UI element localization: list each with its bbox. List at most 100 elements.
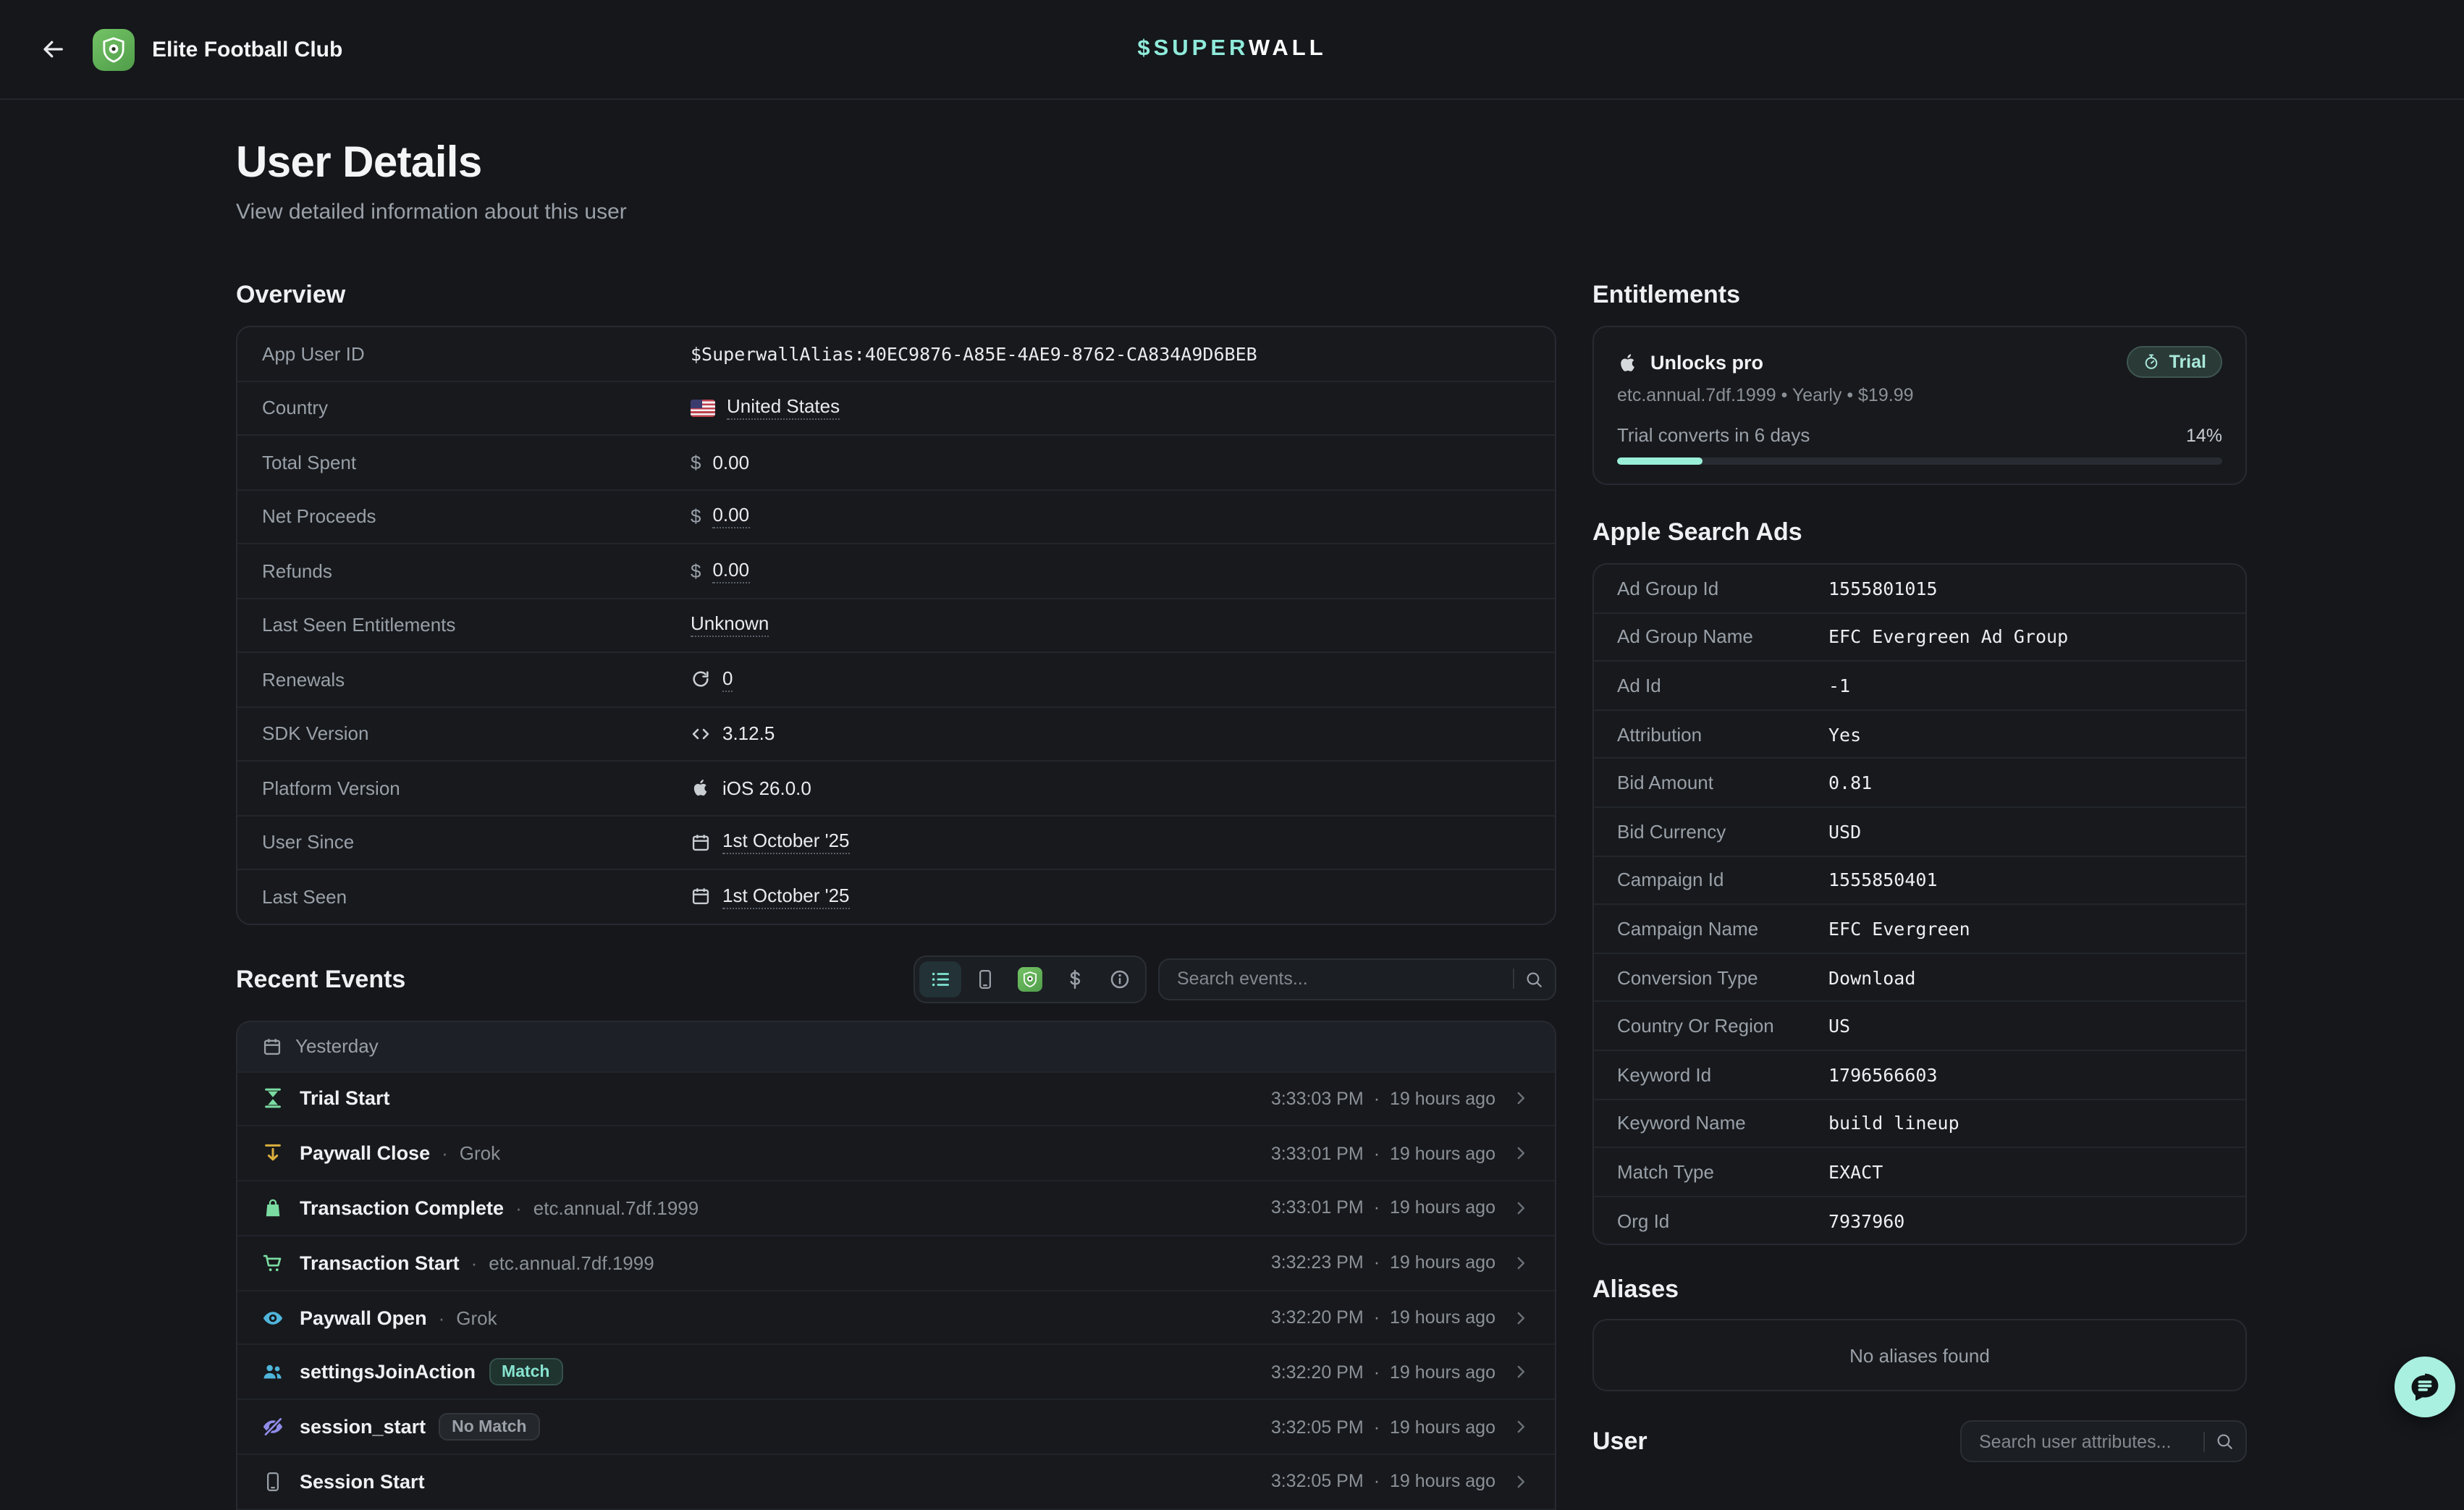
overview-row: Last Seen1st October '25 <box>237 870 1555 923</box>
overview-value-text[interactable]: 1st October '25 <box>722 830 850 855</box>
event-filter-phone-button[interactable] <box>964 961 1006 997</box>
overview-value-text[interactable]: 1st October '25 <box>722 885 850 909</box>
asa-row-label: Ad Id <box>1617 675 1828 696</box>
asa-row: Campaign Id1555850401 <box>1594 856 2245 905</box>
event-filter-list-button[interactable] <box>919 961 961 997</box>
bag-icon <box>262 1197 284 1219</box>
event-meta: 3:32:05 PM·19 hours ago <box>1271 1417 1530 1437</box>
asa-heading: Apple Search Ads <box>1592 520 2247 544</box>
asa-card: Ad Group Id1555801015Ad Group NameEFC Ev… <box>1592 563 2247 1246</box>
overview-heading: Overview <box>236 282 1556 307</box>
entitlement-card: Unlocks pro Trial etc.annual.7df.1999 • … <box>1592 326 2247 485</box>
asa-row-label: Bid Currency <box>1617 821 1828 843</box>
overview-value-text[interactable]: United States <box>727 396 840 421</box>
page-subtitle: View detailed information about this use… <box>236 198 1556 227</box>
overview-value-text[interactable]: 0.00 <box>712 559 749 583</box>
event-meta: 3:32:20 PM·19 hours ago <box>1271 1307 1530 1328</box>
search-icon[interactable] <box>1524 969 1543 988</box>
dot-separator: · <box>1374 1198 1380 1218</box>
event-name: Trial Start <box>300 1088 390 1110</box>
asa-row: Ad Id-1 <box>1594 662 2245 710</box>
dot-separator: · <box>1374 1307 1380 1328</box>
event-filter-app-button[interactable] <box>1009 961 1051 997</box>
calendar-icon <box>262 1036 282 1056</box>
event-relative-time: 19 hours ago <box>1390 1307 1495 1328</box>
chevron-right-icon <box>1511 1254 1530 1273</box>
asa-row: Country Or RegionUS <box>1594 1003 2245 1051</box>
event-subtitle: Grok <box>456 1307 497 1328</box>
stopwatch-icon <box>2143 353 2161 371</box>
overview-value-text: iOS 26.0.0 <box>722 777 811 799</box>
overview-row-value: $0.00 <box>691 559 749 583</box>
asa-row-value: USD <box>1828 821 1861 843</box>
page-title: User Details <box>236 138 1556 190</box>
overview-value-text[interactable]: 0 <box>722 667 733 692</box>
events-search-input[interactable] <box>1174 967 1503 990</box>
event-row[interactable]: Transaction Start·etc.annual.7df.19993:3… <box>237 1236 1555 1291</box>
event-row[interactable]: Session Start3:32:05 PM·19 hours ago <box>237 1455 1555 1510</box>
event-filter-dollar-button[interactable] <box>1054 961 1096 997</box>
event-row[interactable]: Transaction Complete·etc.annual.7df.1999… <box>237 1181 1555 1236</box>
overview-row: Renewals 0 <box>237 653 1555 707</box>
chat-launcher-button[interactable] <box>2395 1357 2455 1417</box>
side-column: Entitlements Unlocks pro Trial etc.annua… <box>1592 282 2247 1463</box>
asa-row-value: 0.81 <box>1828 772 1872 793</box>
overview-row-value: United States <box>691 396 840 421</box>
event-row[interactable]: Trial Start 3:33:03 PM·19 hours ago <box>237 1072 1555 1127</box>
search-icon[interactable] <box>2215 1433 2234 1451</box>
overview-row-value: Unknown <box>691 613 769 638</box>
event-name: Paywall Close <box>300 1142 430 1164</box>
event-time: 3:32:20 PM <box>1271 1362 1364 1383</box>
overview-row-label: Renewals <box>262 669 691 691</box>
user-search-input[interactable] <box>1976 1430 2193 1454</box>
event-meta: 3:32:20 PM·19 hours ago <box>1271 1362 1530 1383</box>
paywall-close-icon <box>262 1142 284 1164</box>
trial-percent: 14% <box>2186 425 2222 445</box>
overview-value-text: $SuperwallAlias:40EC9876-A85E-4AE9-8762-… <box>691 343 1257 365</box>
event-row[interactable]: Paywall Open·Grok3:32:20 PM·19 hours ago <box>237 1291 1555 1346</box>
events-group-header: Yesterday <box>237 1021 1555 1072</box>
overview-row-value: 1st October '25 <box>691 830 850 855</box>
event-name: settingsJoinAction <box>300 1362 476 1383</box>
aliases-heading: Aliases <box>1592 1278 2247 1302</box>
overview-row: Refunds$0.00 <box>237 544 1555 599</box>
asa-row-label: Campaign Id <box>1617 869 1828 891</box>
calendar-icon <box>691 832 711 853</box>
event-relative-time: 19 hours ago <box>1390 1472 1495 1492</box>
event-subtitle: Grok <box>460 1142 500 1164</box>
arrow-left-icon <box>41 36 67 62</box>
trial-progress-row: Trial converts in 6 days 14% <box>1617 424 2222 446</box>
event-meta: 3:33:03 PM·19 hours ago <box>1271 1089 1530 1109</box>
overview-row: SDK Version3.12.5 <box>237 707 1555 762</box>
event-filter-info-button[interactable] <box>1099 961 1141 997</box>
calendar-icon <box>691 887 711 907</box>
asa-row-value: US <box>1828 1015 1850 1037</box>
asa-row-value: EFC Evergreen Ad Group <box>1828 626 2068 648</box>
chevron-right-icon <box>1511 1417 1530 1436</box>
asa-row: Match TypeEXACT <box>1594 1148 2245 1197</box>
event-name: Paywall Open <box>300 1307 427 1328</box>
overview-value-text[interactable]: Unknown <box>691 613 769 638</box>
asa-row: Ad Group NameEFC Evergreen Ad Group <box>1594 613 2245 662</box>
asa-row-label: Country Or Region <box>1617 1015 1828 1037</box>
back-button[interactable] <box>35 30 72 68</box>
event-row[interactable]: Paywall Close·Grok3:33:01 PM·19 hours ag… <box>237 1127 1555 1182</box>
asa-row: AttributionYes <box>1594 711 2245 759</box>
dot-separator: · <box>1374 1417 1380 1437</box>
overview-row-label: Refunds <box>262 560 691 582</box>
event-match-badge: Match <box>489 1359 562 1386</box>
overview-value-text[interactable]: 0.00 <box>712 505 749 529</box>
events-search-box <box>1158 958 1556 1000</box>
chat-bubble-icon <box>2406 1368 2444 1406</box>
refresh-icon <box>691 670 711 690</box>
asa-row: Ad Group Id1555801015 <box>1594 565 2245 613</box>
apple-icon <box>1617 351 1639 373</box>
event-row[interactable]: session_startNo Match3:32:05 PM·19 hours… <box>237 1401 1555 1456</box>
overview-row-value: $SuperwallAlias:40EC9876-A85E-4AE9-8762-… <box>691 343 1257 365</box>
divider <box>1513 969 1514 989</box>
asa-row-label: Ad Group Id <box>1617 578 1828 599</box>
event-row[interactable]: settingsJoinAction Match 3:32:20 PM·19 hou… <box>237 1346 1555 1401</box>
recent-events-toolbar <box>914 955 1556 1003</box>
dot-separator: · <box>515 1197 522 1219</box>
dot-separator: · <box>1374 1143 1380 1163</box>
